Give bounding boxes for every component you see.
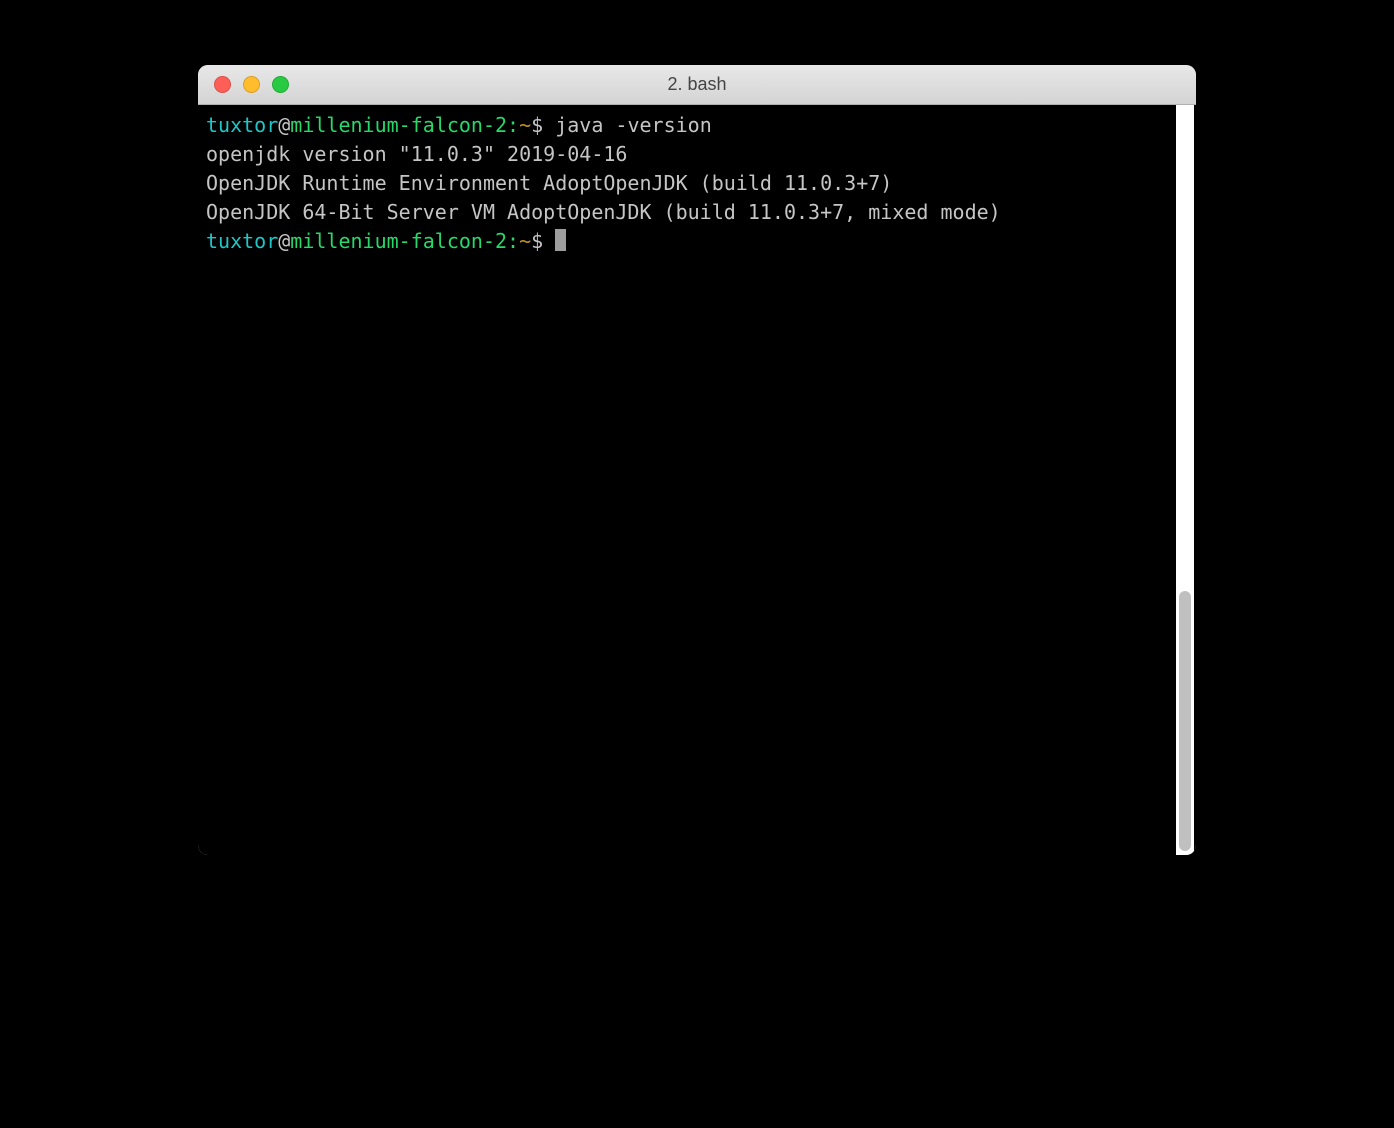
prompt-user: tuxtor [206, 229, 278, 253]
prompt-host: millenium-falcon-2 [290, 229, 507, 253]
prompt-sep: : [507, 229, 519, 253]
command-text: java -version [543, 113, 712, 137]
titlebar[interactable]: 2. bash [198, 65, 1196, 105]
terminal-line: tuxtor@millenium-falcon-2:~$ java -versi… [206, 111, 1188, 140]
prompt-at: @ [278, 229, 290, 253]
traffic-lights [198, 76, 289, 93]
prompt-path: ~ [519, 229, 531, 253]
prompt-path: ~ [519, 113, 531, 137]
cursor-icon [555, 229, 566, 251]
maximize-icon[interactable] [272, 76, 289, 93]
scrollbar-track[interactable] [1176, 105, 1194, 855]
output-line: OpenJDK 64-Bit Server VM AdoptOpenJDK (b… [206, 198, 1188, 227]
window-title: 2. bash [198, 74, 1196, 95]
prompt-host: millenium-falcon-2 [290, 113, 507, 137]
terminal-line: tuxtor@millenium-falcon-2:~$ [206, 227, 1188, 256]
output-line: OpenJDK Runtime Environment AdoptOpenJDK… [206, 169, 1188, 198]
scrollbar-thumb[interactable] [1179, 591, 1191, 851]
terminal-content: tuxtor@millenium-falcon-2:~$ java -versi… [206, 111, 1188, 256]
prompt-user: tuxtor [206, 113, 278, 137]
terminal-window: 2. bash tuxtor@millenium-falcon-2:~$ jav… [198, 65, 1196, 855]
prompt-at: @ [278, 113, 290, 137]
prompt-sep: : [507, 113, 519, 137]
terminal-body[interactable]: tuxtor@millenium-falcon-2:~$ java -versi… [198, 105, 1196, 855]
minimize-icon[interactable] [243, 76, 260, 93]
close-icon[interactable] [214, 76, 231, 93]
prompt-dollar: $ [531, 229, 543, 253]
output-line: openjdk version "11.0.3" 2019-04-16 [206, 140, 1188, 169]
prompt-dollar: $ [531, 113, 543, 137]
